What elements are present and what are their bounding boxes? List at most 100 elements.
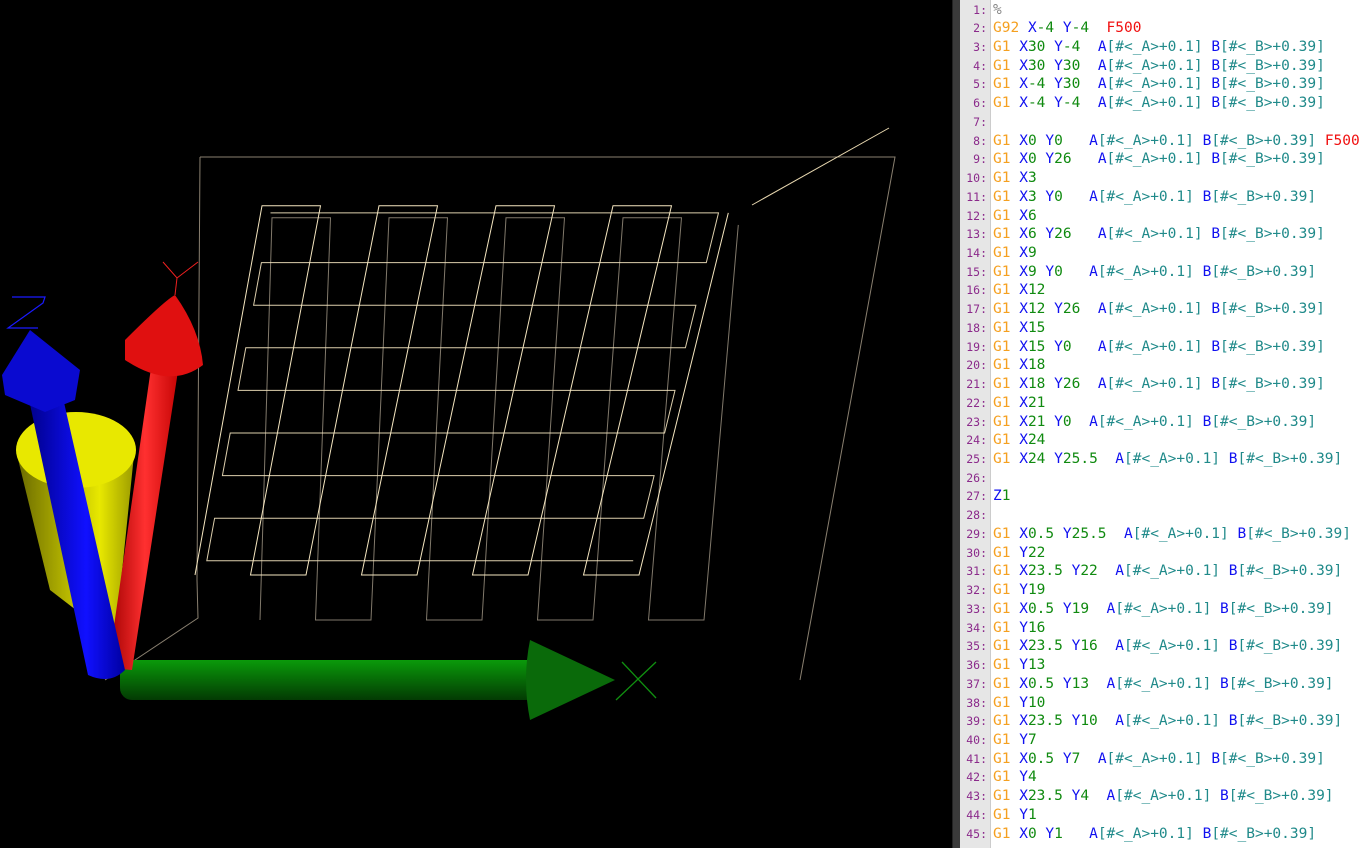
code-line[interactable]: 27: Z1 [960, 487, 1010, 506]
line-text: G1 X24 Y25.5 A[#<_A>+0.1] B[#<_B>+0.39] [993, 451, 1343, 468]
line-number: 24: [966, 433, 987, 448]
line-number: 1: [973, 2, 987, 17]
line-number: 41: [966, 751, 987, 766]
code-line[interactable]: 11: G1 X3 Y0 A[#<_A>+0.1] B[#<_B>+0.39] [960, 188, 1316, 207]
code-line[interactable]: 16: G1 X12 [960, 281, 1045, 300]
line-text: G1 X6 Y26 A[#<_A>+0.1] B[#<_B>+0.39] [993, 226, 1325, 243]
code-line[interactable]: 15: G1 X9 Y0 A[#<_A>+0.1] B[#<_B>+0.39] [960, 263, 1316, 282]
code-line[interactable]: 5: G1 X-4 Y30 A[#<_A>+0.1] B[#<_B>+0.39] [960, 75, 1325, 94]
code-line[interactable]: 35: G1 X23.5 Y16 A[#<_A>+0.1] B[#<_B>+0.3… [960, 637, 1342, 656]
line-text: G1 Y4 [993, 769, 1037, 786]
code-line[interactable]: 37: G1 X0.5 Y13 A[#<_A>+0.1] B[#<_B>+0.39… [960, 675, 1333, 694]
line-text: G1 Y13 [993, 657, 1046, 674]
line-text: G1 X23.5 Y16 A[#<_A>+0.1] B[#<_B>+0.39] [993, 638, 1343, 655]
line-number: 4: [973, 58, 987, 73]
line-text: G1 Y22 [993, 544, 1046, 561]
line-number: 40: [966, 732, 987, 747]
gcode-editor[interactable]: 1:% 2: G92 X-4 Y-4 F500 3: G1 X30 Y-4 A[#<_A… [960, 0, 1371, 848]
code-line[interactable]: 17: G1 X12 Y26 A[#<_A>+0.1] B[#<_B>+0.39] [960, 300, 1325, 319]
line-text: G1 X0 Y26 A[#<_A>+0.1] B[#<_B>+0.39] [993, 151, 1325, 168]
code-line[interactable]: 26: [960, 469, 990, 488]
code-line[interactable]: 3: G1 X30 Y-4 A[#<_A>+0.1] B[#<_B>+0.39] [960, 38, 1325, 57]
toolpath-canvas[interactable] [0, 0, 952, 848]
code-line[interactable]: 19: G1 X15 Y0 A[#<_A>+0.1] B[#<_B>+0.39] [960, 338, 1325, 357]
line-text: G1 X30 Y-4 A[#<_A>+0.1] B[#<_B>+0.39] [993, 38, 1325, 55]
line-number: 39: [966, 714, 987, 729]
line-text: G1 Y16 [993, 619, 1046, 636]
code-line[interactable]: 42: G1 Y4 [960, 768, 1036, 787]
line-number: 2: [973, 21, 987, 36]
line-text: G1 X-4 Y30 A[#<_A>+0.1] B[#<_B>+0.39] [993, 76, 1325, 93]
code-line[interactable]: 39: G1 X23.5 Y10 A[#<_A>+0.1] B[#<_B>+0.3… [960, 712, 1342, 731]
code-line[interactable]: 38: G1 Y10 [960, 694, 1045, 713]
line-text: G1 X12 Y26 A[#<_A>+0.1] B[#<_B>+0.39] [993, 301, 1325, 318]
code-line[interactable]: 31: G1 X23.5 Y22 A[#<_A>+0.1] B[#<_B>+0.3… [960, 562, 1342, 581]
code-line[interactable]: 9: G1 X0 Y26 A[#<_A>+0.1] B[#<_B>+0.39] [960, 150, 1325, 169]
line-text: G1 X15 Y0 A[#<_A>+0.1] B[#<_B>+0.39] [993, 338, 1325, 355]
line-text: G1 X9 Y0 A[#<_A>+0.1] B[#<_B>+0.39] [993, 263, 1317, 280]
line-number: 29: [966, 526, 987, 541]
code-line[interactable]: 43: G1 X23.5 Y4 A[#<_A>+0.1] B[#<_B>+0.39… [960, 787, 1333, 806]
line-text: G1 X0.5 Y7 A[#<_A>+0.1] B[#<_B>+0.39] [993, 750, 1325, 767]
line-text: G92 X-4 Y-4 F500 [993, 20, 1142, 37]
3d-preview-viewport[interactable]: X Y Z [0, 0, 952, 848]
code-line[interactable]: 32: G1 Y19 [960, 581, 1045, 600]
line-number: 9: [973, 152, 987, 167]
code-line[interactable]: 33: G1 X0.5 Y19 A[#<_A>+0.1] B[#<_B>+0.39… [960, 600, 1333, 619]
code-line[interactable]: 21: G1 X18 Y26 A[#<_A>+0.1] B[#<_B>+0.39] [960, 375, 1325, 394]
line-number: 21: [966, 377, 987, 392]
code-line[interactable]: 1:% [960, 1, 1002, 20]
code-line[interactable]: 28: [960, 506, 990, 525]
line-text: G1 X23.5 Y4 A[#<_A>+0.1] B[#<_B>+0.39] [993, 788, 1334, 805]
code-line[interactable]: 2: G92 X-4 Y-4 F500 [960, 19, 1141, 38]
code-line[interactable]: 10: G1 X3 [960, 169, 1036, 188]
code-line[interactable]: 34: G1 Y16 [960, 619, 1045, 638]
line-text: G1 X18 [993, 357, 1046, 374]
code-line[interactable]: 8: G1 X0 Y0 A[#<_A>+0.1] B[#<_B>+0.39] F5… [960, 132, 1360, 151]
code-line[interactable]: 6: G1 X-4 Y-4 A[#<_A>+0.1] B[#<_B>+0.39] [960, 94, 1325, 113]
line-number: 7: [973, 114, 987, 129]
line-text: G1 X18 Y26 A[#<_A>+0.1] B[#<_B>+0.39] [993, 376, 1325, 393]
code-line[interactable]: 12: G1 X6 [960, 207, 1036, 226]
toolpath-layer-lower [259, 217, 739, 621]
line-number: 37: [966, 676, 987, 691]
line-text: G1 X23.5 Y10 A[#<_A>+0.1] B[#<_B>+0.39] [993, 713, 1343, 730]
toolpath [194, 205, 739, 621]
code-line[interactable]: 41: G1 X0.5 Y7 A[#<_A>+0.1] B[#<_B>+0.39] [960, 750, 1325, 769]
code-line[interactable]: 44: G1 Y1 [960, 806, 1036, 825]
line-number: 22: [966, 395, 987, 410]
line-text: G1 X0 Y0 A[#<_A>+0.1] B[#<_B>+0.39] F500 [993, 132, 1360, 149]
line-number: 16: [966, 283, 987, 298]
line-text: Z1 [993, 488, 1011, 505]
code-line[interactable]: 36: G1 Y13 [960, 656, 1045, 675]
code-line[interactable]: 29: G1 X0.5 Y25.5 A[#<_A>+0.1] B[#<_B>+0.… [960, 525, 1351, 544]
code-line[interactable]: 22: G1 X21 [960, 394, 1045, 413]
code-line[interactable]: 13: G1 X6 Y26 A[#<_A>+0.1] B[#<_B>+0.39] [960, 225, 1325, 244]
code-line[interactable]: 30: G1 Y22 [960, 544, 1045, 563]
line-text: G1 X0 Y1 A[#<_A>+0.1] B[#<_B>+0.39] [993, 825, 1317, 842]
line-number: 33: [966, 601, 987, 616]
code-line[interactable]: 18: G1 X15 [960, 319, 1045, 338]
line-number: 35: [966, 639, 987, 654]
line-text: % [993, 1, 1002, 18]
code-line[interactable]: 40: G1 Y7 [960, 731, 1036, 750]
line-number: 43: [966, 789, 987, 804]
line-number: 34: [966, 620, 987, 635]
line-number: 13: [966, 227, 987, 242]
code-line[interactable]: 4: G1 X30 Y30 A[#<_A>+0.1] B[#<_B>+0.39] [960, 57, 1325, 76]
code-line[interactable]: 7: [960, 113, 990, 132]
line-text: G1 X9 [993, 244, 1037, 261]
x-axis-arrow [120, 640, 657, 720]
line-text: G1 X3 [993, 170, 1037, 187]
code-line[interactable]: 25: G1 X24 Y25.5 A[#<_A>+0.1] B[#<_B>+0.3… [960, 450, 1342, 469]
code-line[interactable]: 14: G1 X9 [960, 244, 1036, 263]
code-line[interactable]: 24: G1 X24 [960, 431, 1045, 450]
line-number: 36: [966, 658, 987, 673]
line-number: 6: [973, 96, 987, 111]
line-text: G1 Y1 [993, 806, 1037, 823]
code-line[interactable]: 23: G1 X21 Y0 A[#<_A>+0.1] B[#<_B>+0.39] [960, 413, 1316, 432]
line-number: 38: [966, 695, 987, 710]
line-text: G1 X24 [993, 432, 1046, 449]
code-line[interactable]: 45: G1 X0 Y1 A[#<_A>+0.1] B[#<_B>+0.39] [960, 825, 1316, 844]
code-line[interactable]: 20: G1 X18 [960, 356, 1045, 375]
